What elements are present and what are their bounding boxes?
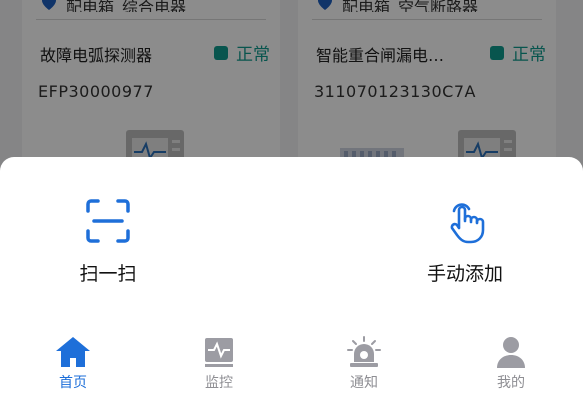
tab-notify[interactable]: 通知 [324,336,404,392]
scan-label: 扫一扫 [79,263,137,285]
tab-notify-label: 通知 [350,375,378,391]
tap-hand-icon [450,203,485,244]
tab-mine-label: 我的 [497,375,525,391]
tab-monitor-label: 监控 [205,375,233,391]
user-icon [497,337,525,368]
alarm-light-icon [347,336,381,367]
monitor-icon [205,338,233,367]
tab-mine[interactable]: 我的 [471,336,551,392]
scan-icon [86,199,130,243]
tab-home-label: 首页 [59,375,87,391]
add-device-sheet: 扫一扫 手动添加 首页 监控 通知 我的 [0,157,583,400]
scan-button[interactable]: 扫一扫 [38,197,178,297]
tab-monitor[interactable]: 监控 [179,336,259,392]
bottom-tab-bar: 首页 监控 通知 我的 [0,328,583,400]
manual-add-button[interactable]: 手动添加 [395,197,535,297]
manual-add-label: 手动添加 [426,263,503,285]
tab-home[interactable]: 首页 [33,336,113,392]
home-icon [56,337,90,367]
